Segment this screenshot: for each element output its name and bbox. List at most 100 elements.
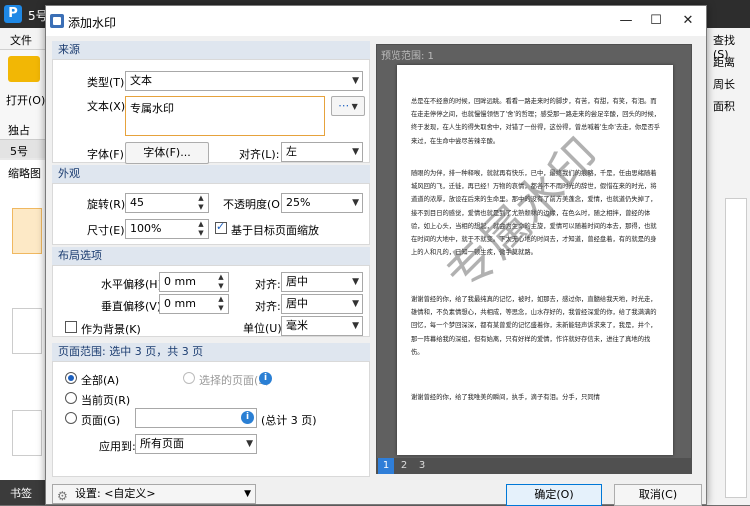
chevron-down-icon: ▼ <box>352 299 359 309</box>
stepper-arrows-icon[interactable]: ▲ ▼ <box>215 273 227 291</box>
page-tab-2[interactable]: 2 <box>396 458 412 474</box>
minimize-button[interactable]: — <box>610 6 642 36</box>
as-background-checkbox[interactable] <box>65 321 77 333</box>
thumbnails-panel-title: 缩略图 <box>8 167 41 180</box>
pages-label: 页面(G) <box>81 414 121 427</box>
appearance-group-header: 外观 <box>52 165 370 183</box>
apply-to-select[interactable]: 所有页面 ▼ <box>135 434 257 454</box>
watermark-text-value: 专属水印 <box>130 102 174 115</box>
type-select-value: 文本 <box>130 74 152 87</box>
pages-input[interactable] <box>135 408 257 428</box>
current-page-radio[interactable] <box>65 392 77 404</box>
pages-radio[interactable] <box>65 412 77 424</box>
opacity-value: 25% <box>286 196 311 209</box>
unit-label: 单位(U): <box>243 322 286 335</box>
page-tab-3[interactable]: 3 <box>414 458 430 474</box>
maximize-button[interactable]: ☐ <box>640 6 672 36</box>
align-select-value: 左 <box>286 145 297 158</box>
preset-value: <自定义> <box>104 487 156 500</box>
close-button[interactable]: ✕ <box>672 6 704 36</box>
area-tool[interactable]: 面积 <box>713 98 735 114</box>
rotate-stepper[interactable]: 45 ▲ ▼ <box>125 193 209 213</box>
bookmarks-label: 书签 <box>10 487 32 500</box>
as-background-label: 作为背景(K) <box>81 323 141 336</box>
distance-tool[interactable]: 距离 <box>713 54 735 70</box>
app-logo-icon: P <box>4 5 22 23</box>
apply-to-value: 所有页面 <box>140 437 184 450</box>
h-align-value: 居中 <box>286 275 308 288</box>
v-align-select[interactable]: 居中 ▼ <box>281 294 363 314</box>
bookmarks-tab[interactable]: 书签 <box>0 480 46 505</box>
rotate-label: 旋转(R): <box>87 198 129 211</box>
insert-field-button[interactable]: ⋯ ▼ <box>331 96 365 116</box>
chevron-down-icon: ▼ <box>352 198 359 208</box>
scale-to-page-label: 基于目标页面缩放 <box>231 224 319 237</box>
page-thumbnail[interactable] <box>12 208 42 254</box>
page-paragraph: 谢谢曾经的你，给了我唯美的瞬间，执手，滴子有泪。分手，只同情 <box>411 394 600 401</box>
perimeter-tool[interactable]: 周长 <box>713 76 735 92</box>
stepper-arrows-icon[interactable]: ▲ ▼ <box>195 194 207 212</box>
gear-icon: ⚙ <box>57 489 68 503</box>
stepper-arrows-icon[interactable]: ▲ ▼ <box>215 295 227 313</box>
insert-field-button-label: ⋯ <box>338 99 350 112</box>
document-tab[interactable]: 5号 <box>10 143 28 159</box>
dialog-titlebar: 添加水印 — ☐ ✕ <box>46 6 706 36</box>
align-label: 对齐(L): <box>239 148 280 161</box>
chevron-down-icon: ▼ <box>349 102 358 111</box>
stepper-arrows-icon[interactable]: ▲ ▼ <box>195 220 207 238</box>
info-icon[interactable]: i <box>259 372 272 385</box>
page-thumbnail[interactable] <box>12 308 42 354</box>
v-align-value: 居中 <box>286 297 308 310</box>
open-folder-icon[interactable] <box>8 56 40 82</box>
chevron-down-icon: ▼ <box>352 277 359 287</box>
all-pages-radio[interactable] <box>65 372 77 384</box>
layout-group: 水平偏移(H): 0 mm ▲ ▼ 对齐: 居中 ▼ 垂直偏移(V): 0 mm … <box>52 265 370 337</box>
menu-file[interactable]: 文件 <box>10 32 32 48</box>
appearance-group: 旋转(R): 45 ▲ ▼ 不透明度(O): 25% ▼ 尺寸(E): 100% … <box>52 183 370 245</box>
sign-button-label[interactable]: 独占 <box>8 122 30 138</box>
all-pages-label: 全部(A) <box>81 374 120 387</box>
unit-value: 毫米 <box>286 319 308 332</box>
selected-pages-radio[interactable] <box>183 372 195 384</box>
align-select[interactable]: 左 ▼ <box>281 142 363 162</box>
preset-label: 设置: <box>75 487 101 500</box>
dialog-footer: ⚙ 设置: <自定义> ▼ 确定(O) 取消(C) <box>46 482 706 506</box>
settings-pane: 来源 类型(T): 文本 ▼ 文本(X): 专属水印 ⋯ ▼ 字体(F): 字体… <box>52 41 370 481</box>
ok-button[interactable]: 确定(O) <box>506 484 602 506</box>
preset-select[interactable]: ⚙ 设置: <自定义> ▼ <box>52 484 256 504</box>
preview-title: 预览范围: 1 <box>381 51 434 62</box>
unit-select[interactable]: 毫米 ▼ <box>281 316 363 336</box>
chevron-down-icon: ▼ <box>352 147 359 157</box>
h-offset-stepper[interactable]: 0 mm ▲ ▼ <box>159 272 229 292</box>
font-button[interactable]: 字体(F)... <box>125 142 209 164</box>
layout-group-header: 布局选项 <box>52 247 370 265</box>
h-align-select[interactable]: 居中 ▼ <box>281 272 363 292</box>
size-stepper[interactable]: 100% ▲ ▼ <box>125 219 209 239</box>
watermark-icon <box>50 14 64 28</box>
watermark-text-input[interactable]: 专属水印 <box>125 96 325 136</box>
type-select[interactable]: 文本 ▼ <box>125 71 363 91</box>
current-page-label: 当前页(R) <box>81 394 131 407</box>
add-watermark-dialog: 添加水印 — ☐ ✕ 来源 类型(T): 文本 ▼ 文本(X): 专属水印 ⋯ … <box>45 5 707 506</box>
preview-pane: 预览范围: 1 总是在不经意的时候，回眸远眺。看看一路走来时的脚步，有苦，有甜，… <box>376 44 692 471</box>
page-thumbnail[interactable] <box>12 410 42 456</box>
cancel-button[interactable]: 取消(C) <box>614 484 702 506</box>
v-offset-value: 0 mm <box>164 297 196 310</box>
opacity-select[interactable]: 25% ▼ <box>281 193 363 213</box>
page-range-group-header: 页面范围: 选中 3 页，共 3 页 <box>52 343 370 361</box>
chevron-down-icon: ▼ <box>352 321 359 331</box>
thumbnails-panel: 缩略图 <box>0 160 46 490</box>
page-tab-1[interactable]: 1 <box>378 458 394 474</box>
preview-page: 总是在不经意的时候，回眸远眺。看看一路走来时的脚步，有苦，有甜，有笑，有泪。而在… <box>397 65 673 455</box>
dialog-title: 添加水印 <box>68 16 117 30</box>
h-offset-label: 水平偏移(H): <box>101 278 166 291</box>
page-paragraph: 总是在不经意的时候，回眸远眺。看看一路走来时的脚步，有苦，有甜，有笑，有泪。而在… <box>411 98 661 145</box>
v-offset-stepper[interactable]: 0 mm ▲ ▼ <box>159 294 229 314</box>
chevron-down-icon: ▼ <box>352 76 359 86</box>
info-icon[interactable]: i <box>241 411 254 424</box>
v-align-label: 对齐: <box>255 300 281 313</box>
scale-to-page-checkbox[interactable] <box>215 220 227 234</box>
rotate-value: 45 <box>130 196 144 209</box>
size-value: 100% <box>130 222 162 235</box>
type-label: 类型(T): <box>87 76 129 89</box>
